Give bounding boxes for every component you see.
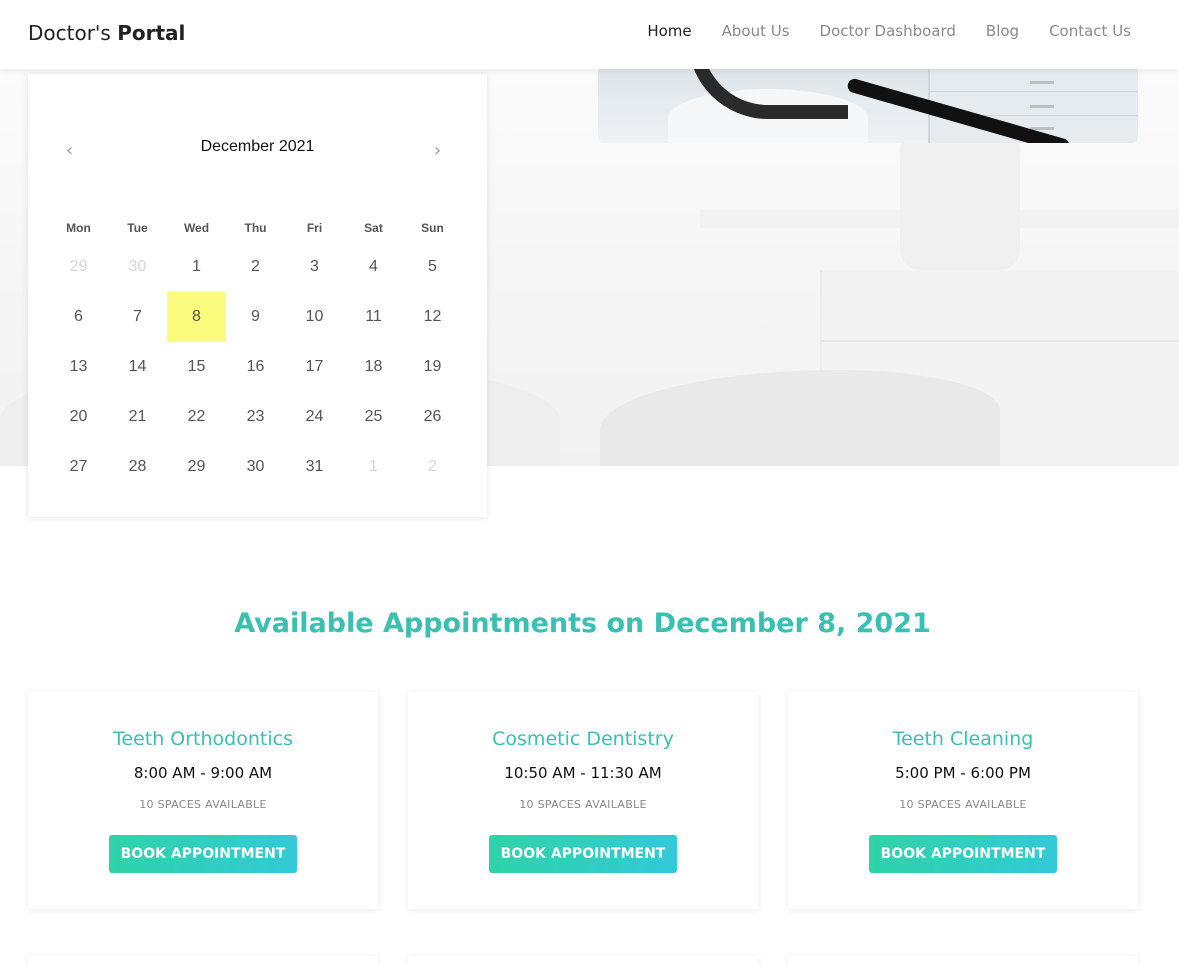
calendar-day[interactable]: 29 [167,442,226,492]
calendar-day[interactable]: 31 [285,442,344,492]
calendar-header: ‹ December 2021 › [28,138,487,161]
logo-bold-text: Portal [117,21,186,45]
calendar-day[interactable]: 24 [285,392,344,442]
site-header: Doctor's Portal Home About Us Doctor Das… [0,0,1179,69]
calendar-day-selected[interactable]: 8 [167,292,226,342]
calendar-day[interactable]: 2 [226,242,285,292]
appointment-time: 8:00 AM - 9:00 AM [133,764,273,782]
appointments-heading: Available Appointments on December 8, 20… [234,608,931,639]
weekday-label: Tue [127,221,148,235]
calendar-day[interactable]: 19 [403,342,462,392]
calendar-day[interactable]: 13 [49,342,108,392]
calendar-day[interactable]: 7 [108,292,167,342]
calendar-day[interactable]: 29 [49,242,108,292]
dental-chair-photo [598,69,1138,143]
appointment-card-partial [788,956,1138,964]
nav-item-doctor-dashboard[interactable]: Doctor Dashboard [820,22,956,40]
calendar-day[interactable]: 1 [344,442,403,492]
calendar-day[interactable]: 30 [108,242,167,292]
appointment-name: Teeth Cleaning [892,728,1034,750]
appointment-time: 5:00 PM - 6:00 PM [895,764,1031,782]
calendar-day[interactable]: 5 [403,242,462,292]
calendar-day[interactable]: 12 [403,292,462,342]
book-appointment-button[interactable]: BOOK APPOINTMENT [489,835,677,873]
appointment-name: Teeth Orthodontics [113,728,293,750]
appointment-card-partial [28,956,378,964]
calendar-day[interactable]: 14 [108,342,167,392]
calendar-grid: Mon Tue Wed Thu Fri Sat Sun 29 30 1 2 3 4 5 6 7 8… [49,214,462,492]
calendar-day[interactable]: 25 [344,392,403,442]
calendar-days: 29 30 1 2 3 4 5 6 7 8 9 10 11 12 13 14 15 16 17 18 19 20 21 22 2… [49,242,462,492]
calendar-weekdays: Mon Tue Wed Thu Fri Sat Sun [49,214,462,242]
weekday-label: Sat [364,221,383,235]
appointment-card-partial [408,956,758,964]
appointment-time: 10:50 AM - 11:30 AM [504,764,662,782]
appointment-card: Teeth Cleaning 5:00 PM - 6:00 PM 10 SPAC… [788,692,1138,909]
calendar-day[interactable]: 11 [344,292,403,342]
nav-item-blog[interactable]: Blog [986,22,1019,40]
chevron-right-icon[interactable]: › [434,140,441,161]
appointment-card: Cosmetic Dentistry 10:50 AM - 11:30 AM 1… [408,692,758,909]
weekday-label: Wed [183,221,210,235]
calendar-day[interactable]: 3 [285,242,344,292]
site-logo[interactable]: Doctor's Portal [28,21,185,45]
calendar-day[interactable]: 15 [167,342,226,392]
appointment-spaces: 10 SPACES AVAILABLE [519,798,647,811]
calendar-day[interactable]: 21 [108,392,167,442]
calendar-day[interactable]: 1 [167,242,226,292]
appointment-calendar: ‹ December 2021 › Mon Tue Wed Thu Fri Sa… [28,74,487,517]
calendar-day[interactable]: 4 [344,242,403,292]
weekday-label: Thu [244,221,267,235]
hero-shape [600,370,1000,466]
calendar-day[interactable]: 30 [226,442,285,492]
book-appointment-button[interactable]: BOOK APPOINTMENT [109,835,297,873]
appointment-spaces: 10 SPACES AVAILABLE [899,798,1027,811]
appointment-spaces: 10 SPACES AVAILABLE [139,798,267,811]
nav-item-home[interactable]: Home [647,22,691,40]
calendar-day[interactable]: 18 [344,342,403,392]
calendar-day[interactable]: 9 [226,292,285,342]
calendar-day[interactable]: 26 [403,392,462,442]
main-nav: Home About Us Doctor Dashboard Blog Cont… [647,22,1131,40]
calendar-day[interactable]: 10 [285,292,344,342]
calendar-day[interactable]: 6 [49,292,108,342]
calendar-day[interactable]: 23 [226,392,285,442]
nav-item-contact-us[interactable]: Contact Us [1049,22,1131,40]
weekday-label: Mon [66,221,91,235]
calendar-day[interactable]: 2 [403,442,462,492]
calendar-month-label: December 2021 [200,138,315,155]
calendar-day[interactable]: 16 [226,342,285,392]
calendar-day[interactable]: 27 [49,442,108,492]
calendar-day[interactable]: 17 [285,342,344,392]
appointment-card: Teeth Orthodontics 8:00 AM - 9:00 AM 10 … [28,692,378,909]
calendar-day[interactable]: 20 [49,392,108,442]
calendar-day[interactable]: 22 [167,392,226,442]
weekday-label: Fri [306,221,323,235]
nav-item-about-us[interactable]: About Us [722,22,790,40]
book-appointment-button[interactable]: BOOK APPOINTMENT [869,835,1057,873]
appointment-name: Cosmetic Dentistry [492,728,674,750]
logo-regular-text: Doctor's [28,21,111,45]
hero-shape [820,340,1179,342]
hero-shape [900,130,1020,270]
weekday-label: Sun [421,221,444,235]
calendar-day[interactable]: 28 [108,442,167,492]
